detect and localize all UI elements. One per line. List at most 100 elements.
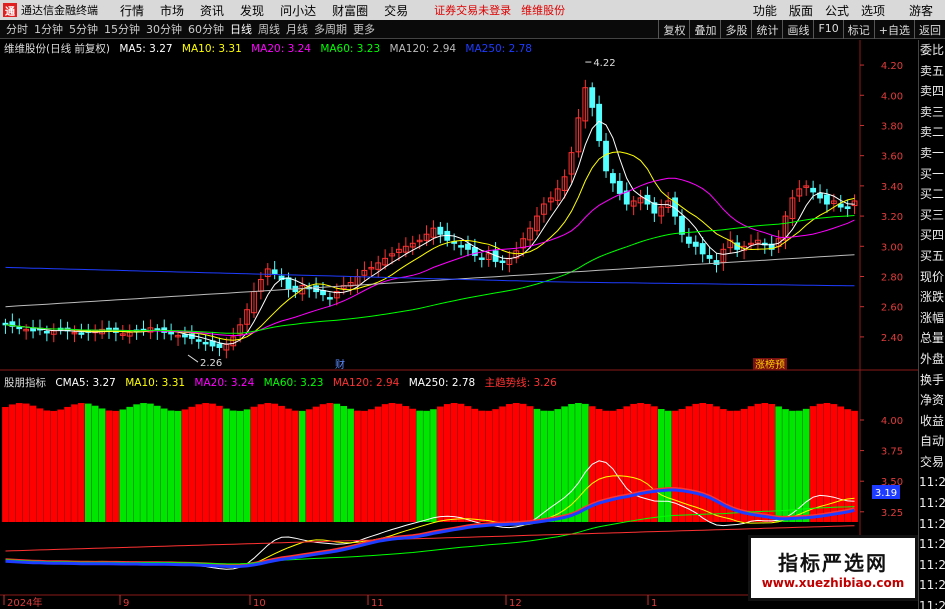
indicator-bar: [78, 403, 85, 522]
candle-body: [616, 180, 623, 194]
indicator-bar: [575, 403, 582, 522]
candle-body: [810, 187, 817, 193]
candle-body: [589, 87, 596, 108]
quote-row: 卖一: [919, 145, 944, 160]
quote-row: 涨跌: [919, 290, 944, 305]
main-title: 维维股份(日线 前复权): [4, 43, 111, 55]
ma60-line: [5, 215, 855, 334]
indicator-bar: [140, 403, 147, 522]
legend-ma250: MA250: 2.78: [465, 43, 532, 55]
indicator-bar: [671, 410, 679, 522]
indicator-bar: [84, 403, 92, 522]
axis-label: 2.40: [881, 333, 903, 344]
quote-row[interactable]: 自动: [919, 431, 945, 452]
quote-panel: 委比 卖五 卖四 卖三 卖二 卖一 买一 买二 买三 买四 买五 现价 涨跌 涨…: [918, 40, 945, 609]
indicator-bar: [36, 408, 44, 522]
candle-body: [202, 341, 209, 345]
indicator-bar: [160, 408, 168, 522]
quote-row: 卖四: [919, 84, 944, 99]
date-label: 1: [651, 598, 657, 609]
indicator-bar: [368, 409, 375, 522]
indicator-bar: [457, 403, 465, 522]
indicator-bar: [9, 404, 16, 522]
quote-row: 买四: [919, 228, 944, 243]
indicator-bar: [430, 409, 437, 522]
indicator-bar: [540, 410, 548, 522]
sub-title: 股朋指标: [4, 377, 46, 389]
indicator-bar: [409, 408, 417, 522]
indicator-bar: [437, 406, 444, 522]
candle-body: [817, 192, 823, 199]
candle-body: [824, 194, 830, 205]
indicator-bar: [319, 404, 327, 522]
legend-ma60: MA60: 3.23: [320, 43, 381, 55]
watermark-url: www.xuezhibiao.com: [761, 575, 905, 590]
date-label: 11: [371, 598, 384, 609]
candle-body: [182, 334, 188, 338]
indicator-bar: [195, 404, 203, 522]
candle-body: [499, 260, 506, 264]
indicator-bar: [216, 405, 223, 522]
indicator-bar: [264, 403, 272, 522]
quote-row: 涨幅: [919, 310, 944, 325]
indicator-bar: [761, 403, 769, 522]
date-label: 12: [509, 598, 522, 609]
sub-ma120-line: [5, 525, 855, 552]
kline-chart[interactable]: 4.20 4.00 3.80 3.60 3.40 3.20 3.00 2.80 2.60 2.40…: [0, 0, 945, 609]
axis-label: 3.40: [881, 182, 903, 193]
quote-row: 总量: [919, 331, 944, 346]
watermark-logo: 指标严选网 www.xuezhibiao.com: [748, 535, 918, 601]
candle-body: [692, 241, 699, 247]
candle-body: [478, 257, 485, 260]
indicator-bar: [278, 405, 285, 522]
indicator-bar: [181, 409, 189, 522]
low-annotation: 2.26: [200, 358, 222, 369]
main-legend: 维维股份(日线 前复权) MA5: 3.27 MA10: 3.31 MA20: …: [4, 41, 538, 56]
indicator-bar: [692, 403, 700, 522]
indicator-bar: [112, 410, 120, 522]
indicator-bar: [298, 410, 306, 522]
candle-body: [43, 330, 50, 334]
quote-row[interactable]: 交易: [919, 452, 945, 473]
indicator-bar: [519, 403, 527, 522]
indicator-bar: [361, 410, 368, 522]
indicator-bar: [402, 406, 410, 522]
indicator-bar: [616, 409, 624, 522]
indicator-bar: [374, 406, 382, 522]
sub-current-value: 3.19: [875, 488, 897, 499]
legend-ma5: MA5: 3.27: [119, 43, 173, 55]
time-row: 11:29: [919, 537, 945, 552]
candle-body: [16, 326, 23, 330]
indicator-bar: [381, 404, 389, 522]
time-row: 11:29: [919, 557, 945, 572]
quote-row: 卖三: [919, 104, 944, 119]
indicator-bar: [512, 403, 520, 522]
indicator-bar: [630, 403, 637, 522]
indicator-bar: [202, 403, 209, 522]
axis-label: 2.80: [881, 272, 903, 283]
candle-body: [168, 331, 175, 335]
quote-row: 卖二: [919, 125, 944, 140]
indicator-bar: [388, 403, 396, 522]
indicator-bar: [699, 403, 706, 522]
ma120-line: [5, 254, 855, 308]
indicator-bar: [554, 409, 562, 522]
low-pointer: [187, 354, 199, 363]
indicator-bar: [623, 406, 631, 522]
sub-legend-ma10: MA10: 3.31: [125, 377, 186, 389]
indicator-bar: [464, 406, 472, 522]
quote-row: 委比: [919, 43, 944, 57]
indicator-bar: [229, 410, 237, 522]
quote-row: 现价: [919, 269, 944, 284]
indicator-bar: [71, 404, 78, 522]
sub-legend: 股朋指标 CMA5: 3.27 MA10: 3.31 MA20: 3.24 MA…: [4, 375, 563, 390]
sub-legend-ma20: MA20: 3.24: [194, 377, 255, 389]
quote-row: 卖五: [919, 63, 944, 78]
indicator-bar: [98, 408, 106, 522]
indicator-bar: [347, 408, 354, 522]
candle-body: [271, 269, 278, 274]
indicator-bar: [733, 410, 741, 522]
axis-label: 3.00: [881, 242, 903, 253]
indicator-bar: [423, 410, 430, 522]
indicator-bar: [305, 409, 313, 522]
